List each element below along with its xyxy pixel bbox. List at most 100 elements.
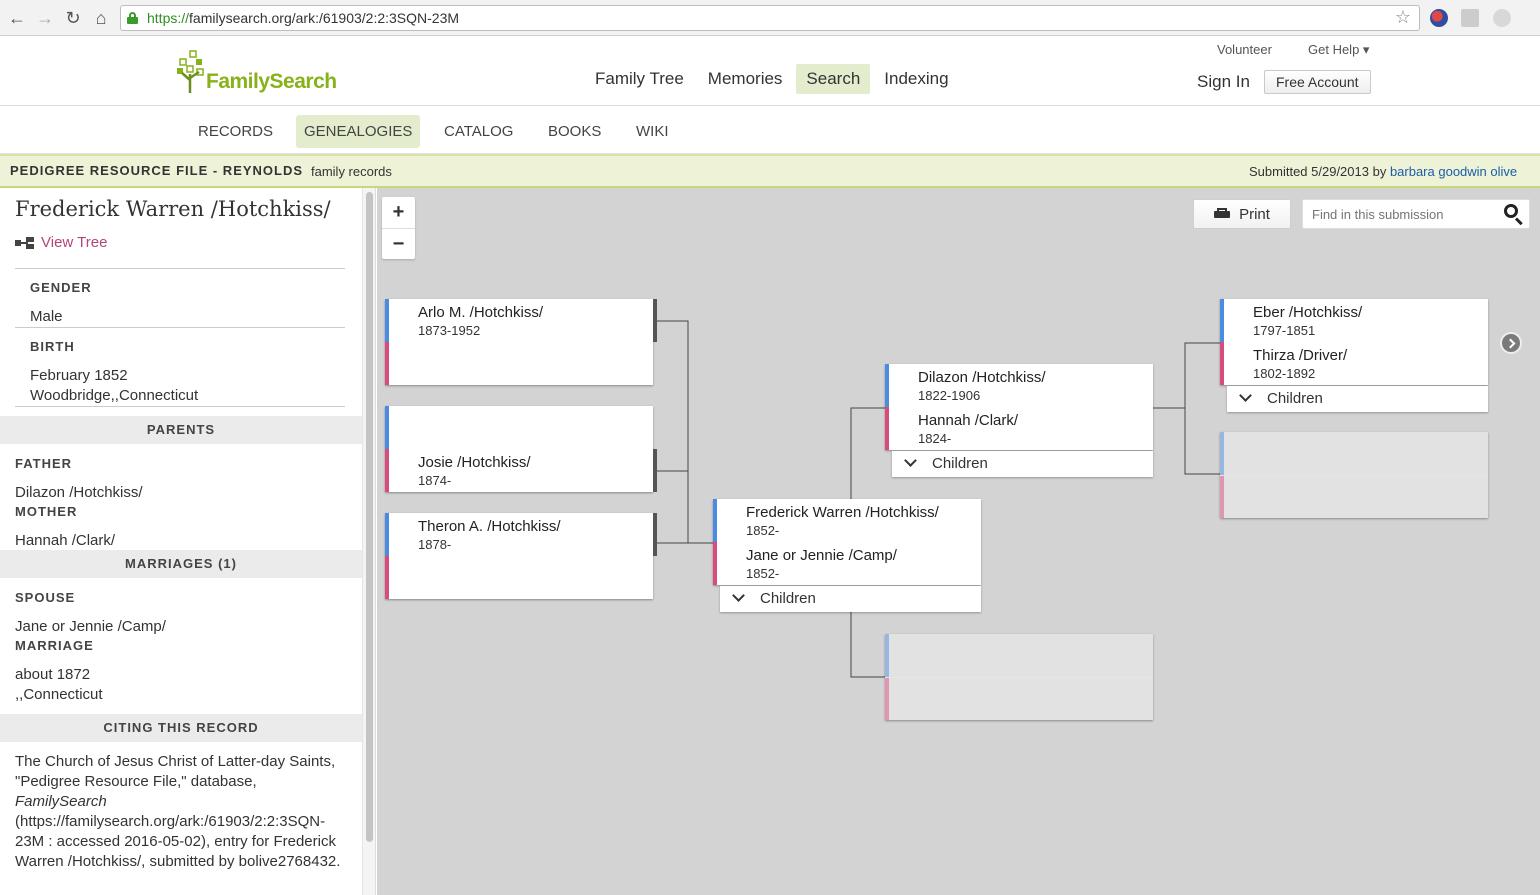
find-in-submission[interactable] (1302, 199, 1530, 229)
tab-records[interactable]: RECORDS (190, 115, 281, 148)
children-toggle[interactable]: Children (892, 451, 1153, 477)
flag-extension-icon[interactable] (1430, 9, 1448, 27)
wife-name: Jane or Jennie /Camp/ (746, 547, 897, 564)
parents-couple-card[interactable]: Dilazon /Hotchkiss/ 1822-1906 Hannah /Cl… (885, 364, 1153, 450)
scrollbar-thumb[interactable] (366, 192, 373, 842)
mother-name[interactable]: Hannah /Clark/ (15, 532, 115, 549)
wife-dates: 1824- (918, 431, 952, 446)
mother-label: MOTHER (15, 504, 78, 519)
child-card[interactable]: Theron A. /Hotchkiss/ 1878- (385, 513, 657, 599)
sign-in-link[interactable]: Sign In (1197, 72, 1250, 92)
lock-icon (127, 12, 138, 24)
bookmark-star-icon[interactable]: ☆ (1395, 7, 1411, 28)
pedigree-tree-canvas[interactable]: + − Print Arlo M. /Hotchkiss/ 1873-1952 … (377, 188, 1540, 895)
child-dates: 1873-1952 (418, 323, 481, 338)
zoom-in-button[interactable]: + (382, 197, 415, 228)
submission-info: Submitted 5/29/2013 by barbara goodwin o… (1249, 164, 1518, 179)
children-toggle[interactable]: Children (720, 586, 981, 612)
gender-value: Male (30, 308, 63, 325)
home-icon[interactable]: ⌂ (90, 7, 112, 29)
grandparents-couple-card[interactable]: Eber /Hotchkiss/ 1797-1851 Thirza /Drive… (1220, 299, 1488, 385)
husband-name: Frederick Warren /Hotchkiss/ (746, 504, 939, 521)
children-label: Children (932, 455, 988, 472)
child-name: Theron A. /Hotchkiss/ (418, 518, 561, 535)
tab-genealogies[interactable]: GENEALOGIES (296, 115, 421, 148)
spouse-label: SPOUSE (15, 590, 76, 605)
get-help-menu[interactable]: Get Help ▾ (1308, 42, 1369, 58)
url-text: https://familysearch.org/ark:/61903/2:2:… (147, 10, 460, 26)
resource-file-title: PEDIGREE RESOURCE FILE - REYNOLDS (10, 163, 304, 178)
wife-name: Thirza /Driver/ (1253, 347, 1348, 364)
citation-text: The Church of Jesus Christ of Latter-day… (15, 753, 341, 870)
child-card[interactable]: Josie /Hotchkiss/ 1874- (385, 406, 657, 492)
print-button[interactable]: Print (1193, 199, 1291, 229)
divider (15, 268, 345, 269)
tab-catalog[interactable]: CATALOG (436, 115, 521, 148)
address-bar[interactable]: https://familysearch.org/ark:/61903/2:2:… (120, 5, 1420, 31)
children-toggle[interactable]: Children (1227, 386, 1488, 412)
parents-section-header: PARENTS (0, 416, 362, 444)
birth-place: Woodbridge,,Connecticut (30, 387, 199, 404)
printer-icon (1214, 208, 1231, 220)
view-tree-label: View Tree (41, 234, 108, 251)
father-label: FATHER (15, 456, 73, 471)
focus-couple-card[interactable]: Frederick Warren /Hotchkiss/ 1852- Jane … (713, 499, 981, 585)
chevron-down-icon (732, 589, 745, 602)
site-header: FamilySearch Family Tree Memories Search… (0, 36, 1540, 106)
gender-label: GENDER (30, 280, 92, 295)
husband-dates: 1822-1906 (918, 388, 981, 403)
forward-icon[interactable]: → (34, 7, 56, 29)
chevron-down-icon (1239, 389, 1252, 402)
child-dates: 1878- (418, 537, 452, 552)
child-name: Josie /Hotchkiss/ (418, 454, 531, 471)
find-input[interactable] (1312, 205, 1502, 223)
husband-dates: 1797-1851 (1253, 323, 1316, 338)
main-nav: Family Tree Memories Search Indexing (585, 64, 963, 94)
tab-wiki[interactable]: WIKI (628, 115, 677, 148)
children-label: Children (760, 590, 816, 607)
resource-file-subtitle: family records (311, 164, 392, 179)
submitter-link[interactable]: barbara goodwin olive (1390, 164, 1517, 179)
chevron-right-icon[interactable] (1500, 332, 1522, 354)
person-details-panel: Frederick Warren /Hotchkiss/ View Tree G… (0, 188, 376, 895)
nav-memories[interactable]: Memories (698, 64, 793, 94)
browser-toolbar: ← → ↻ ⌂ https://familysearch.org/ark:/61… (0, 0, 1540, 36)
chevron-down-icon (904, 454, 917, 467)
divider (15, 327, 345, 328)
view-tree-link[interactable]: View Tree (15, 234, 107, 251)
nav-indexing[interactable]: Indexing (874, 64, 958, 94)
marriage-place: ,,Connecticut (15, 686, 103, 703)
husband-name: Eber /Hotchkiss/ (1253, 304, 1363, 321)
empty-couple-card[interactable] (1220, 432, 1488, 518)
children-label: Children (1267, 390, 1323, 407)
free-account-button[interactable]: Free Account (1264, 70, 1371, 94)
volunteer-link[interactable]: Volunteer (1217, 42, 1272, 57)
wife-dates: 1802-1892 (1253, 366, 1316, 381)
husband-dates: 1852- (746, 523, 780, 538)
zoom-out-button[interactable]: − (382, 228, 415, 259)
wife-name: Hannah /Clark/ (918, 412, 1019, 429)
search-icon[interactable] (1504, 204, 1524, 226)
nav-search[interactable]: Search (796, 64, 871, 94)
tab-books[interactable]: BOOKS (540, 115, 609, 148)
child-card[interactable]: Arlo M. /Hotchkiss/ 1873-1952 (385, 299, 657, 385)
search-subnav: RECORDS GENEALOGIES CATALOG BOOKS WIKI (0, 107, 1540, 154)
citing-section-header: CITING THIS RECORD (0, 714, 362, 742)
father-name[interactable]: Dilazon /Hotchkiss/ (15, 484, 143, 501)
resource-file-bar: PEDIGREE RESOURCE FILE - REYNOLDS family… (0, 154, 1540, 188)
print-label: Print (1239, 205, 1270, 223)
marriages-section-header: MARRIAGES (1) (0, 550, 362, 578)
spouse-name[interactable]: Jane or Jennie /Camp/ (15, 618, 166, 635)
empty-couple-card[interactable] (885, 634, 1153, 720)
birth-date: February 1852 (30, 367, 128, 384)
person-name-heading: Frederick Warren /Hotchkiss/ (15, 197, 331, 221)
extension-icon[interactable] (1461, 9, 1479, 27)
husband-name: Dilazon /Hotchkiss/ (918, 369, 1046, 386)
reload-icon[interactable]: ↻ (62, 7, 84, 29)
nav-family-tree[interactable]: Family Tree (585, 64, 694, 94)
extension-icon[interactable] (1493, 9, 1511, 27)
tree-logo-icon (177, 50, 204, 93)
panel-scrollbar[interactable] (362, 188, 375, 895)
back-icon[interactable]: ← (6, 7, 28, 29)
tree-view-icon (15, 236, 35, 249)
